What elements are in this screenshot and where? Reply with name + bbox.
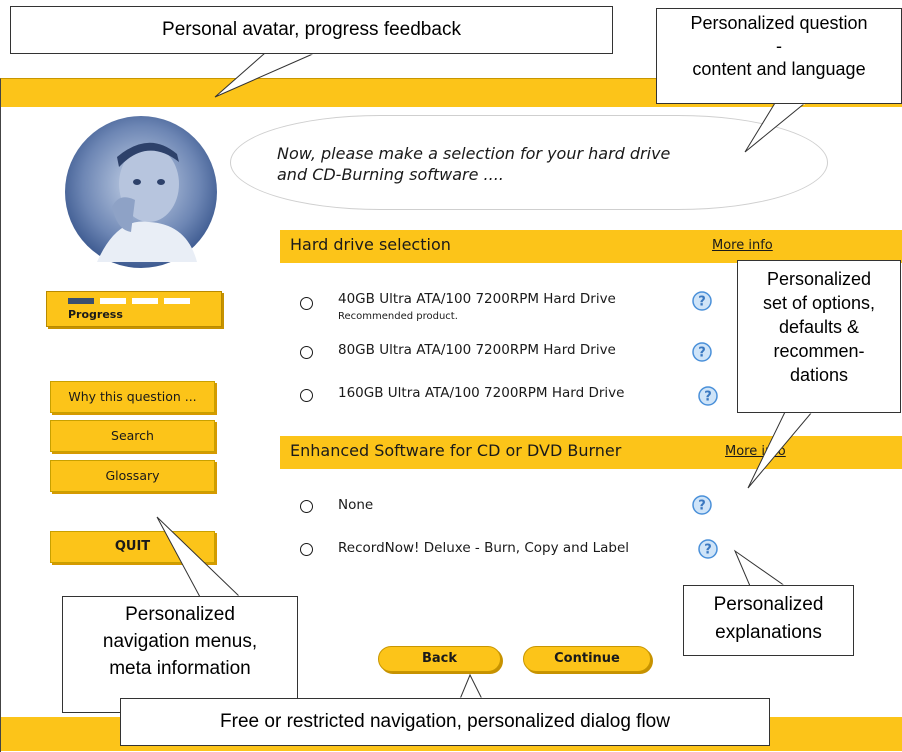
progress-segment <box>100 298 126 304</box>
avatar <box>57 112 225 272</box>
hard-drive-section-header: Hard drive selection More info <box>280 230 902 263</box>
hard-drive-option-160gb-label: 160GB Ultra ATA/100 7200RPM Hard Drive <box>338 385 625 401</box>
question-line-1: Now, please make a selection for your ha… <box>277 144 671 163</box>
svg-text:?: ? <box>704 390 712 405</box>
annotation-text: defaults & <box>778 317 860 337</box>
search-button[interactable]: Search <box>50 420 215 452</box>
annotation-text: meta information <box>109 658 251 679</box>
svg-text:?: ? <box>698 346 706 361</box>
annotation-dialog-flow: Free or restricted navigation, personali… <box>120 698 770 746</box>
continue-button[interactable]: Continue <box>523 646 651 672</box>
help-icon[interactable]: ? <box>692 291 712 311</box>
annotation-text: set of options, <box>762 293 876 313</box>
annotation-options: Personalized set of options, defaults & … <box>737 260 901 413</box>
software-section-title: Enhanced Software for CD or DVD Burner <box>290 441 622 460</box>
hard-drive-option-40gb-label: 40GB Ultra ATA/100 7200RPM Hard Drive <box>338 291 616 307</box>
help-icon[interactable]: ? <box>698 539 718 559</box>
annotation-text: dations <box>789 365 849 385</box>
progress-indicator: Progress <box>46 291 222 327</box>
hard-drive-option-160gb-radio[interactable] <box>300 389 313 402</box>
help-icon[interactable]: ? <box>698 386 718 406</box>
software-option-none-label: None <box>338 497 374 513</box>
annotation-avatar-progress: Personal avatar, progress feedback <box>10 6 613 54</box>
progress-segment-done <box>68 298 94 304</box>
annotation-navigation: Personalized navigation menus, meta info… <box>62 596 298 713</box>
software-option-recordnow-label: RecordNow! Deluxe - Burn, Copy and Label <box>338 540 630 556</box>
annotation-text: navigation menus, <box>102 631 258 652</box>
software-option-none-radio[interactable] <box>300 500 313 513</box>
recommended-note: Recommended product. <box>338 311 458 322</box>
annotation-text: Personalized <box>125 604 235 625</box>
glossary-button[interactable]: Glossary <box>50 460 215 492</box>
annotation-text: explanations <box>715 622 822 643</box>
annotation-text: - <box>776 36 782 56</box>
software-section-header: Enhanced Software for CD or DVD Burner M… <box>280 436 902 469</box>
help-icon[interactable]: ? <box>692 342 712 362</box>
progress-segment <box>132 298 158 304</box>
hard-drive-option-80gb-label: 80GB Ultra ATA/100 7200RPM Hard Drive <box>338 342 616 358</box>
progress-segment <box>164 298 190 304</box>
annotation-question: Personalized question - content and lang… <box>656 8 902 104</box>
avatar-portrait-icon <box>65 116 217 268</box>
help-icon[interactable]: ? <box>692 495 712 515</box>
annotation-text: content and language <box>692 59 866 79</box>
svg-text:?: ? <box>698 295 706 310</box>
svg-text:?: ? <box>704 543 712 558</box>
software-option-recordnow-radio[interactable] <box>300 543 313 556</box>
annotation-text: Personalized question <box>690 13 868 33</box>
progress-label: Progress <box>68 308 123 321</box>
software-more-info-link[interactable]: More info <box>725 444 786 459</box>
annotation-explanations: Personalized explanations <box>683 585 854 656</box>
hard-drive-option-80gb-radio[interactable] <box>300 346 313 359</box>
question-text: Now, please make a selection for your ha… <box>277 143 797 185</box>
question-line-2: and CD-Burning software .... <box>277 165 504 184</box>
hard-drive-section-title: Hard drive selection <box>290 235 451 254</box>
annotation-text: recommen- <box>773 341 865 361</box>
back-button[interactable]: Back <box>378 646 501 672</box>
hard-drive-more-info-link[interactable]: More info <box>712 238 773 253</box>
quit-button[interactable]: QUIT <box>50 531 215 563</box>
annotation-text: Personalized <box>713 594 824 615</box>
hard-drive-option-40gb-radio[interactable] <box>300 297 313 310</box>
why-this-question-button[interactable]: Why this question ... <box>50 381 215 413</box>
svg-text:?: ? <box>698 499 706 514</box>
annotation-text: Personalized <box>766 269 872 289</box>
